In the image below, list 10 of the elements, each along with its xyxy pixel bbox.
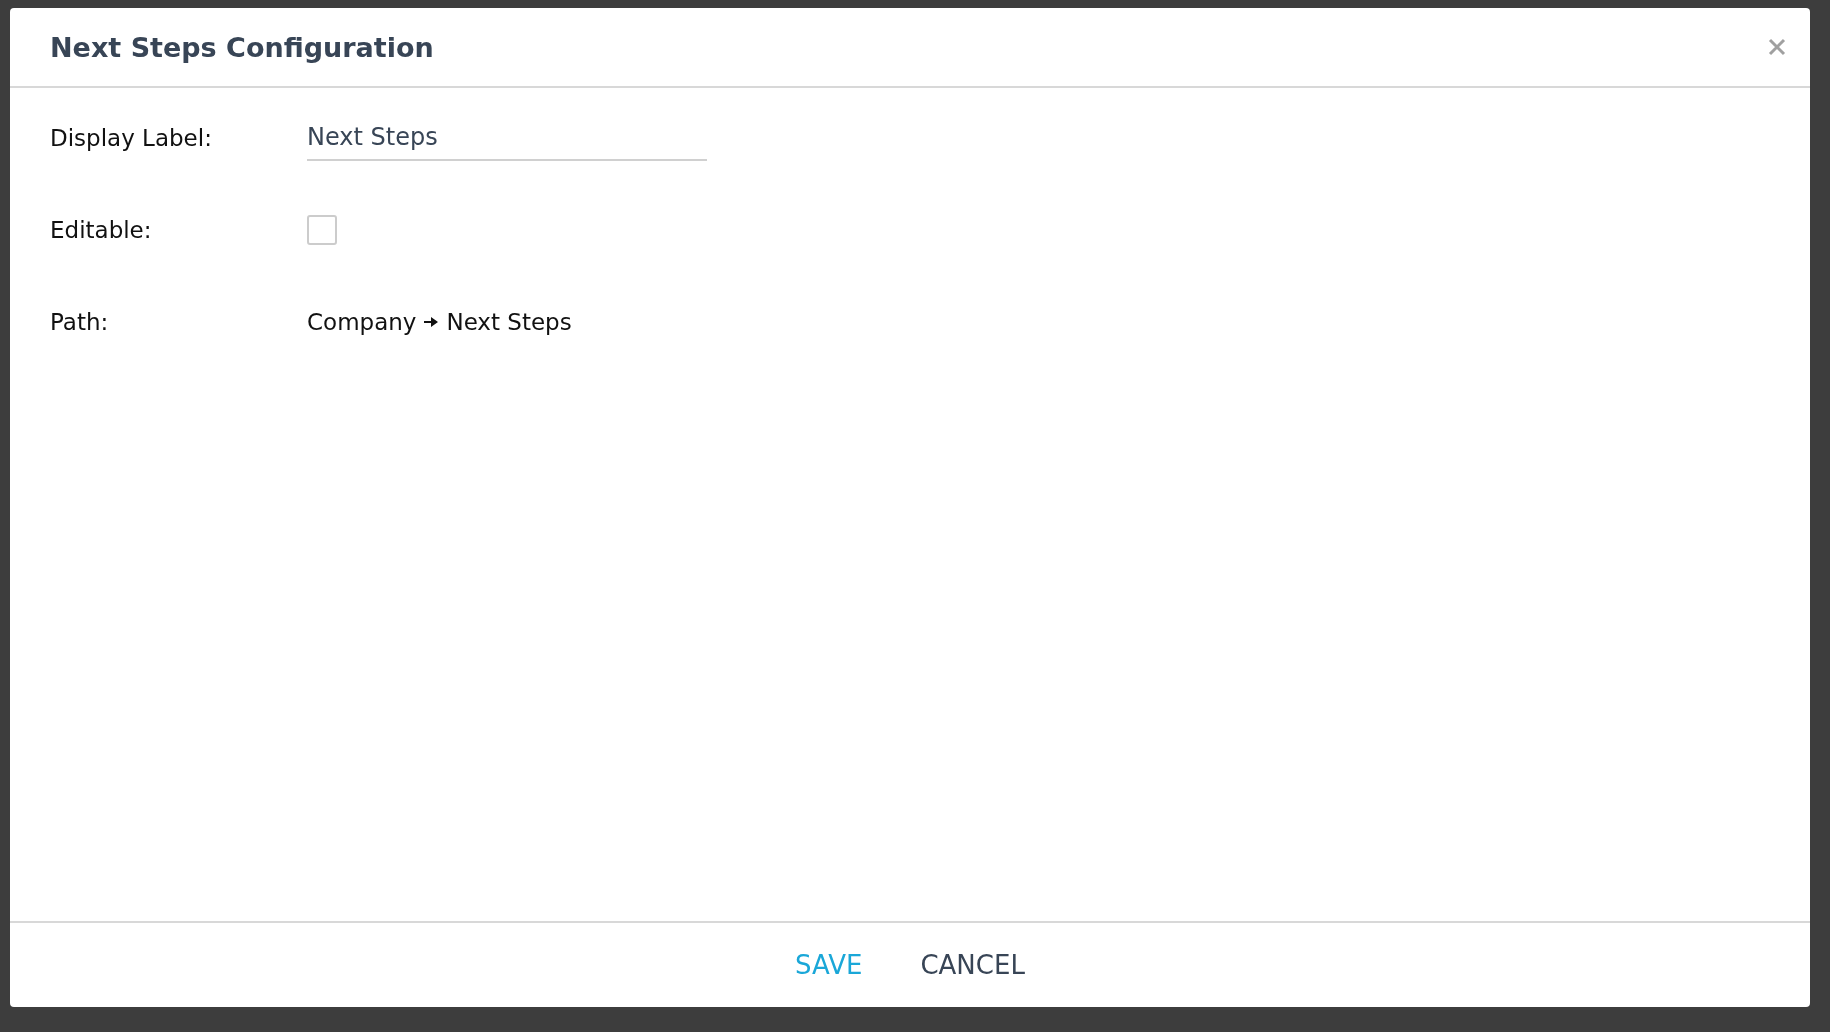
checkbox[interactable]: [307, 215, 337, 245]
close-icon: [1768, 38, 1786, 56]
cancel-button[interactable]: CANCEL: [916, 944, 1029, 986]
arrow-right-icon: [424, 316, 439, 328]
path-text: Company: [307, 309, 417, 335]
field-label: Path:: [50, 309, 110, 335]
field-label: Display Label:: [50, 125, 213, 151]
field-label: Editable:: [50, 217, 153, 243]
path-text: Next Steps: [446, 309, 572, 335]
dialog-title: Next Steps Configuration: [50, 31, 434, 63]
